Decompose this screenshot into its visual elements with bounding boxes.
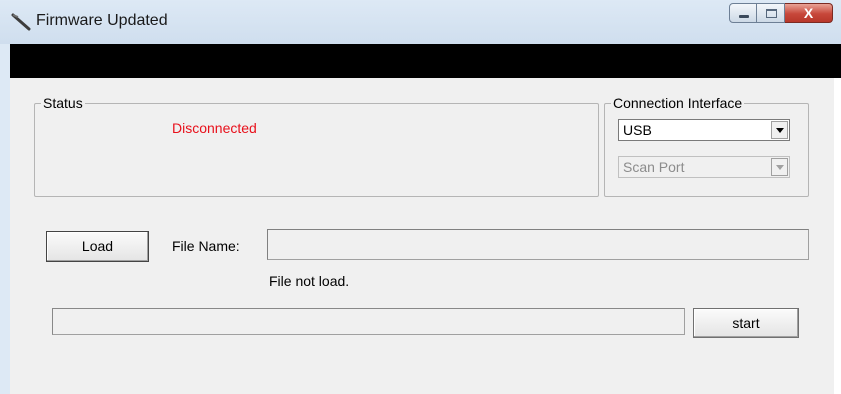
maximize-button[interactable] bbox=[757, 3, 785, 23]
port-select: Scan Port bbox=[618, 156, 790, 178]
port-select-value: Scan Port bbox=[623, 159, 685, 175]
start-button[interactable]: start bbox=[693, 308, 799, 338]
title-bar[interactable]: Firmware Updated X bbox=[0, 0, 841, 44]
minimize-button[interactable] bbox=[729, 3, 757, 23]
window-title: Firmware Updated bbox=[36, 12, 168, 29]
file-load-status: File not load. bbox=[269, 273, 350, 289]
chevron-down-icon[interactable] bbox=[771, 121, 788, 139]
window-controls: X bbox=[729, 3, 833, 25]
window-right-edge bbox=[834, 78, 841, 394]
interface-select-value: USB bbox=[623, 122, 652, 138]
connection-interface-label: Connection Interface bbox=[611, 95, 745, 111]
update-progress-bar bbox=[52, 308, 685, 335]
firmware-updater-window: Firmware Updated X Status Disconnected C… bbox=[0, 0, 841, 394]
minimize-icon bbox=[739, 15, 749, 18]
chevron-down-icon bbox=[771, 158, 788, 176]
maximize-icon bbox=[766, 9, 777, 18]
file-name-field bbox=[267, 229, 809, 260]
status-group: Status Disconnected bbox=[34, 95, 599, 197]
file-name-label: File Name: bbox=[172, 238, 240, 254]
status-group-label: Status bbox=[41, 95, 85, 111]
header-bar bbox=[10, 44, 841, 78]
window-left-border bbox=[0, 44, 10, 394]
load-button[interactable]: Load bbox=[46, 231, 149, 262]
close-button[interactable]: X bbox=[785, 3, 833, 23]
app-icon bbox=[11, 13, 31, 31]
connection-interface-group: Connection Interface USB Scan Port bbox=[604, 95, 809, 197]
interface-select[interactable]: USB bbox=[618, 119, 790, 141]
close-icon: X bbox=[803, 5, 814, 21]
connection-status-text: Disconnected bbox=[172, 120, 257, 136]
